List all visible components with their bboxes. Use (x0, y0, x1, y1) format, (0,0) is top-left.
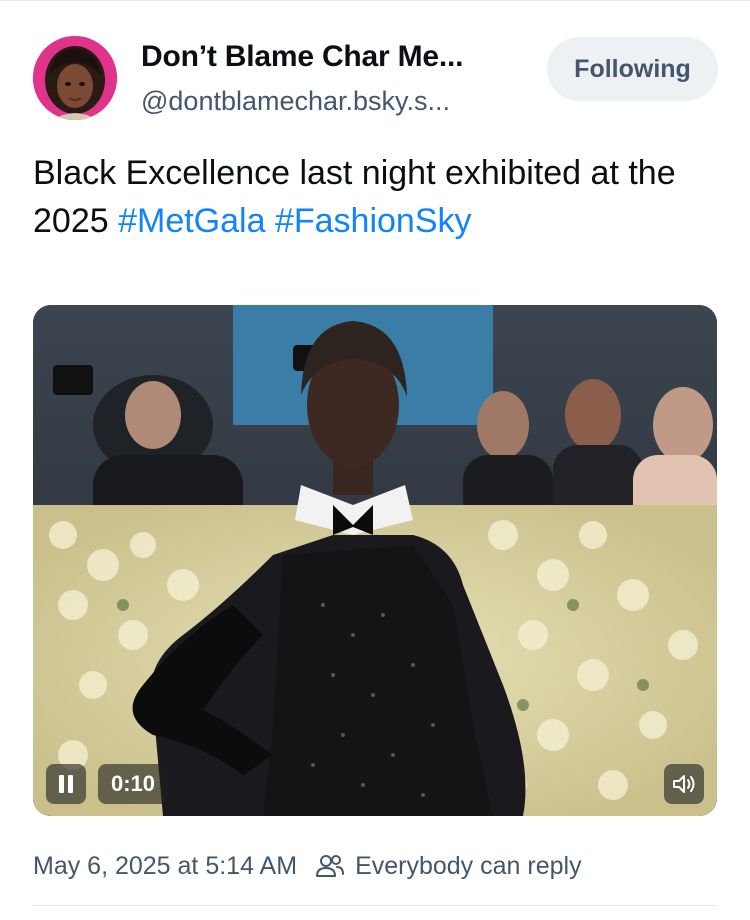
volume-button[interactable] (664, 764, 704, 804)
video-time: 0:10 (98, 764, 169, 804)
reply-setting[interactable]: Everybody can reply (355, 852, 582, 881)
avatar[interactable] (33, 36, 117, 120)
post-text: Black Excellence last night exhibited at… (33, 149, 733, 245)
post-meta: May 6, 2025 at 5:14 AM Everybody can rep… (33, 848, 582, 884)
video-frame (33, 305, 717, 816)
avatar-photo-icon (33, 36, 117, 120)
pause-button[interactable] (46, 764, 86, 804)
author-handle[interactable]: @dontblamechar.bsky.s... (141, 86, 450, 117)
volume-icon (673, 775, 695, 793)
post-timestamp[interactable]: May 6, 2025 at 5:14 AM (33, 852, 297, 881)
author-display-name[interactable]: Don’t Blame Char Me... (141, 40, 464, 74)
pause-icon (59, 775, 73, 793)
people-icon (315, 853, 345, 879)
hashtag-fashionsky[interactable]: #FashionSky (275, 202, 472, 240)
top-divider (0, 0, 750, 1)
video-player[interactable]: 0:10 (33, 305, 717, 816)
hashtag-metgala[interactable]: #MetGala (118, 202, 265, 240)
following-button[interactable]: Following (547, 37, 718, 101)
bottom-divider (33, 905, 717, 906)
